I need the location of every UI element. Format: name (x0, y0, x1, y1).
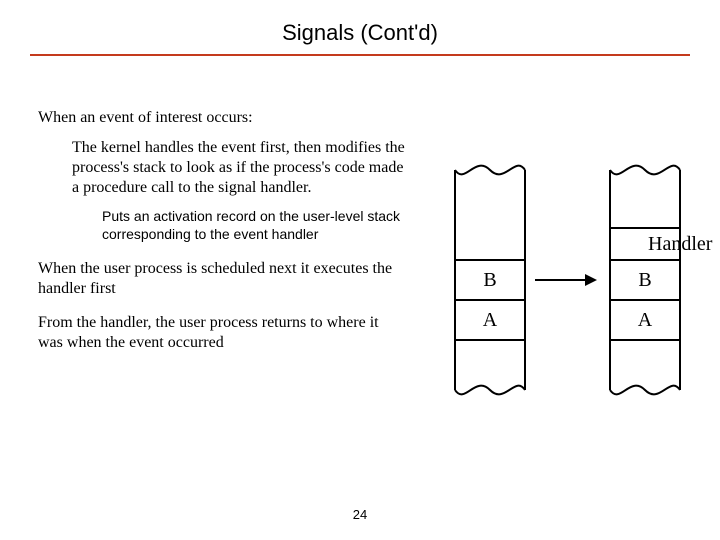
paragraph-kernel: The kernel handles the event first, then… (72, 138, 412, 198)
paragraph-scheduled: When the user process is scheduled next … (38, 259, 398, 299)
slide-title: Signals (Cont'd) (0, 0, 720, 46)
page-number: 24 (0, 507, 720, 522)
stack-svg: B A Handler B A (430, 160, 710, 440)
left-cell-a: A (483, 309, 498, 331)
left-cell-b: B (483, 269, 496, 291)
right-cell-a: A (638, 309, 653, 331)
body-content: When an event of interest occurs: The ke… (38, 108, 438, 367)
paragraph-return: From the handler, the user process retur… (38, 313, 398, 353)
intro-line: When an event of interest occurs: (38, 108, 438, 128)
note-activation-record: Puts an activation record on the user-le… (102, 208, 422, 243)
stack-diagram: B A Handler B A (430, 160, 710, 440)
right-cell-handler: Handler (648, 233, 713, 255)
right-stack: Handler B A (610, 166, 713, 395)
left-stack: B A (455, 166, 525, 395)
arrow-icon (535, 274, 597, 286)
title-rule (30, 54, 690, 56)
right-cell-b: B (638, 269, 651, 291)
